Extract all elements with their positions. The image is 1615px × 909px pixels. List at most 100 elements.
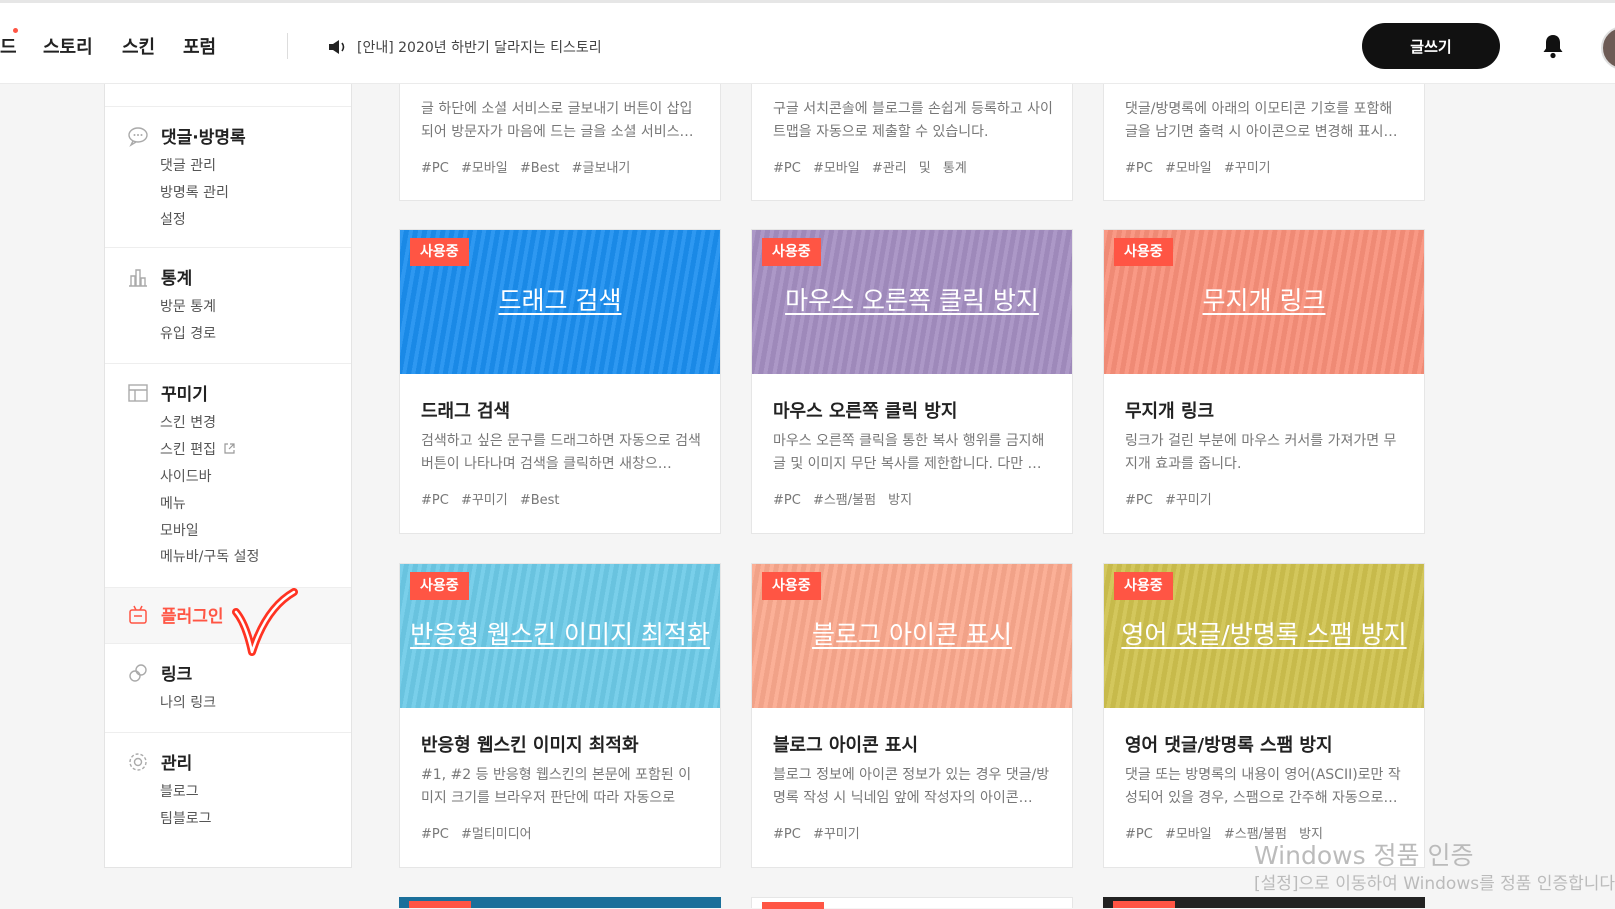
plugin-card[interactable]: 사용중 블로그 아이콘 표시 블로그 아이콘 표시 블로그 정보에 아이콘 정보… [751, 563, 1073, 868]
sidebar-item-label: 댓글·방명록 [161, 128, 246, 148]
card-title: 블로그 아이콘 표시 [773, 735, 919, 756]
plugin-card-partial[interactable]: 글 하단에 소셜 서비스로 글보내기 버튼이 삽입되어 방문자가 마음에 드는 … [399, 84, 721, 201]
sidebar-sub-team-blog[interactable]: 팀블로그 [160, 808, 212, 828]
card-description: #1, #2 등 반응형 웹스킨의 본문에 포함된 이미지 크기를 브라우저 판… [421, 767, 692, 806]
speech-bubble-icon [128, 126, 148, 147]
sidebar-item-plugin[interactable]: 플러그인 [127, 602, 224, 627]
sidebar-item-label: 링크 [161, 665, 193, 685]
status-badge: 사용중 [1114, 572, 1173, 600]
plugin-card[interactable]: 사용중 드래그 검색 드래그 검색 검색하고 싶은 문구를 드래그하면 자동으로… [399, 229, 721, 534]
card-thumbnail: 사용중 마우스 오른쪽 클릭 방지 [752, 230, 1072, 374]
new-indicator-dot [13, 28, 18, 33]
sidebar-sub-menubar[interactable]: 메뉴바/구독 설정 [160, 546, 259, 566]
sidebar-section-link: 링크 나의 링크 [105, 644, 351, 733]
status-badge: 사용중 [410, 238, 469, 266]
sidebar-sub-comment-settings[interactable]: 설정 [160, 209, 186, 229]
sidebar-sub-mobile[interactable]: 모바일 [160, 520, 199, 540]
card-description: 댓글 또는 방명록의 내용이 영어(ASCII)로만 작성되어 있을 경우, 스… [1125, 767, 1401, 806]
card-tags: #PC #꾸미기 #Best [421, 493, 560, 508]
card-title: 드래그 검색 [421, 401, 511, 422]
status-badge: 사용중 [410, 572, 469, 600]
sidebar-sub-menu[interactable]: 메뉴 [160, 493, 186, 513]
sidebar-sub-skin-change[interactable]: 스킨 변경 [160, 412, 216, 432]
card-tags: #PC #꾸미기 [773, 827, 860, 842]
card-title: 반응형 웹스킨 이미지 최적화 [421, 735, 639, 756]
nav-divider [287, 33, 288, 59]
avatar[interactable] [1601, 26, 1615, 70]
layout-icon [128, 383, 148, 402]
sidebar-item-stats[interactable]: 통계 [127, 264, 192, 289]
plugin-card[interactable]: 사용중 반응형 웹스킨 이미지 최적화 반응형 웹스킨 이미지 최적화 #1, … [399, 563, 721, 868]
sidebar-sub-sidebar[interactable]: 사이드바 [160, 466, 212, 486]
card-tags: #PC #모바일 #관리 및 통계 [773, 161, 967, 176]
gear-icon [129, 752, 147, 771]
sidebar-section-manage: 관리 블로그 팀블로그 [105, 733, 351, 863]
card-thumbnail: 사용중 블로그 아이콘 표시 [752, 564, 1072, 708]
status-badge-partial [409, 901, 471, 908]
link-icon [129, 663, 147, 682]
nav-item-skin[interactable]: 스킨 [122, 33, 155, 59]
sidebar-section-previous [105, 84, 351, 107]
nav-item-partial[interactable]: 드 [0, 33, 17, 59]
windows-activation-text: [설정]으로 이동하여 Windows를 정품 인증합니다. [1254, 874, 1615, 894]
sidebar-sub-blog[interactable]: 블로그 [160, 781, 199, 801]
card-description: 블로그 정보에 아이콘 정보가 있는 경우 댓글/방명록 작성 시 닉네임 앞에… [773, 767, 1050, 806]
card-description: 구글 서치콘솔에 블로그를 손쉽게 등록하고 사이트맵을 자동으로 제출할 수 … [773, 101, 1053, 140]
plugin-card[interactable]: 사용중 마우스 오른쪽 클릭 방지 마우스 오른쪽 클릭 방지 마우스 오른쪽 … [751, 229, 1073, 534]
plugin-card-thumbnail-partial[interactable] [751, 897, 1073, 909]
windows-activation-title: Windows 정품 인증 [1254, 841, 1474, 870]
card-tags: #PC #스팸/불펌 방지 [773, 493, 913, 508]
sidebar-sub-guestbook-manage[interactable]: 방명록 관리 [160, 182, 229, 202]
plugin-card[interactable]: 사용중 무지개 링크 무지개 링크 링크가 걸린 부분에 마우스 커서를 가져가… [1103, 229, 1425, 534]
thumbnail-title: 무지개 링크 [1202, 286, 1326, 315]
thumbnail-title: 드래그 검색 [498, 286, 622, 315]
sidebar-sub-my-links[interactable]: 나의 링크 [160, 692, 216, 712]
card-description: 댓글/방명록에 아래의 이모티콘 기호를 포함해 글을 남기면 출력 시 아이콘… [1125, 101, 1398, 140]
sidebar-sub-referrer[interactable]: 유입 경로 [160, 323, 216, 343]
sidebar-sub-visit-stats[interactable]: 방문 통계 [160, 296, 216, 316]
sidebar-section-plugin: 플러그인 [105, 588, 351, 644]
sidebar-item-decorate[interactable]: 꾸미기 [127, 380, 208, 405]
sidebar-section-decorate: 꾸미기 스킨 변경 스킨 편집 사이드바 메뉴 모바일 메뉴바/구독 설정 [105, 364, 351, 588]
card-thumbnail: 사용중 무지개 링크 [1104, 230, 1424, 374]
card-thumbnail: 사용중 반응형 웹스킨 이미지 최적화 [400, 564, 720, 708]
sidebar-item-manage[interactable]: 관리 [127, 749, 192, 774]
card-thumbnail: 사용중 드래그 검색 [400, 230, 720, 374]
sidebar-item-label: 통계 [161, 269, 193, 289]
thumbnail-title: 블로그 아이콘 표시 [812, 620, 1012, 649]
card-tags: #PC #멀티미디어 [421, 827, 532, 842]
plugin-card-thumbnail-partial[interactable] [1103, 897, 1425, 908]
plugin-card-thumbnail-partial[interactable] [399, 897, 721, 908]
check-mark-annotation [232, 588, 298, 656]
sidebar-sub-comment-manage[interactable]: 댓글 관리 [160, 155, 216, 175]
sidebar-item-link[interactable]: 링크 [127, 660, 192, 685]
status-badge: 사용중 [1114, 238, 1173, 266]
sidebar-section-stats: 통계 방문 통계 유입 경로 [105, 248, 351, 364]
card-title: 마우스 오른쪽 클릭 방지 [773, 401, 958, 422]
sidebar-sub-skin-edit[interactable]: 스킨 편집 [160, 439, 236, 459]
plugin-card-partial[interactable]: 구글 서치콘솔에 블로그를 손쉽게 등록하고 사이트맵을 자동으로 제출할 수 … [751, 84, 1073, 201]
card-thumbnail: 사용중 영어 댓글/방명록 스팸 방지 [1104, 564, 1424, 708]
top-navigation-bar: 드 스토리 스킨 포럼 [안내] 2020년 하반기 달라지는 티스토리 글쓰기 [0, 0, 1615, 84]
nav-item-story[interactable]: 스토리 [43, 33, 93, 59]
sidebar-sub-label: 스킨 편집 [160, 442, 216, 458]
bell-icon[interactable] [1541, 33, 1565, 59]
thumbnail-title: 반응형 웹스킨 이미지 최적화 [410, 620, 710, 649]
plugin-card-partial[interactable]: 댓글/방명록에 아래의 이모티콘 기호를 포함해 글을 남기면 출력 시 아이콘… [1103, 84, 1425, 201]
notice-link[interactable]: [안내] 2020년 하반기 달라지는 티스토리 [357, 37, 602, 57]
sidebar-item-comments[interactable]: 댓글·방명록 [127, 123, 246, 148]
thumbnail-title: 영어 댓글/방명록 스팸 방지 [1121, 620, 1407, 649]
card-description: 마우스 오른쪽 클릭을 통한 복사 행위를 금지해 글 및 이미지 무단 복사를… [773, 433, 1045, 472]
nav-item-forum[interactable]: 포럼 [183, 33, 216, 59]
card-tags: #PC #꾸미기 [1125, 493, 1212, 508]
card-description: 링크가 걸린 부분에 마우스 커서를 가져가면 무지개 효과를 줍니다. [1125, 433, 1397, 472]
status-badge: 사용중 [762, 572, 821, 600]
card-description: 글 하단에 소셜 서비스로 글보내기 버튼이 삽입되어 방문자가 마음에 드는 … [421, 101, 694, 140]
speaker-icon [329, 40, 345, 54]
card-description: 검색하고 싶은 문구를 드래그하면 자동으로 검색 버튼이 나타나며 검색을 클… [421, 433, 701, 472]
status-badge: 사용중 [762, 238, 821, 266]
plugin-card[interactable]: 사용중 영어 댓글/방명록 스팸 방지 영어 댓글/방명록 스팸 방지 댓글 또… [1103, 563, 1425, 868]
write-post-button[interactable]: 글쓰기 [1362, 23, 1500, 69]
sidebar-item-label: 관리 [161, 754, 193, 774]
external-link-icon [224, 443, 236, 454]
